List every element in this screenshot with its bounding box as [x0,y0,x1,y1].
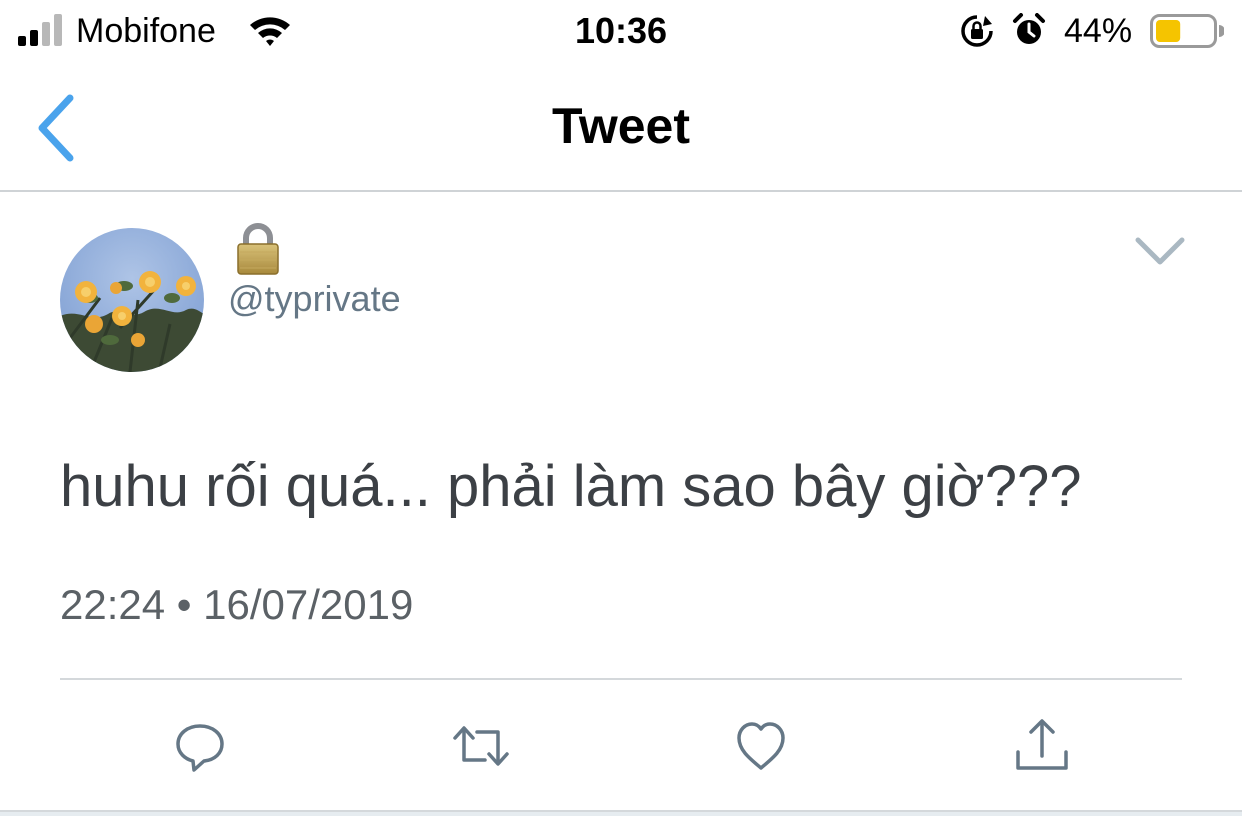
status-bar: Mobifone 10:36 44% [0,0,1242,64]
avatar-image [60,228,204,372]
like-button[interactable] [731,716,791,776]
reply-button[interactable] [170,716,230,776]
tweet-timestamp: 22:24 • 16/07/2019 [60,581,414,628]
divider [60,678,1182,680]
page-title: Tweet [552,98,690,154]
tweet-text: huhu rối quá... phải làm sao bây giờ??? [60,454,1082,519]
share-button[interactable] [1012,716,1072,776]
avatar[interactable] [60,228,204,372]
alarm-icon [1013,13,1045,44]
chevron-down-icon [1135,237,1185,265]
tweet-menu-button[interactable] [1132,230,1188,274]
like-icon [737,722,785,770]
user-handle[interactable]: @typrivate [228,278,401,320]
lock-emoji-icon [237,223,279,275]
reply-icon [176,724,224,772]
battery-percent: 44% [1064,12,1133,50]
rotation-lock-icon [961,15,993,47]
battery-icon [1150,14,1224,48]
bottom-edge [0,810,1242,816]
status-time: 10:36 [574,10,668,51]
retweet-button[interactable] [451,716,511,776]
retweet-icon [453,726,509,766]
navigation-bar: Tweet [0,64,1242,192]
share-icon [1016,719,1068,770]
